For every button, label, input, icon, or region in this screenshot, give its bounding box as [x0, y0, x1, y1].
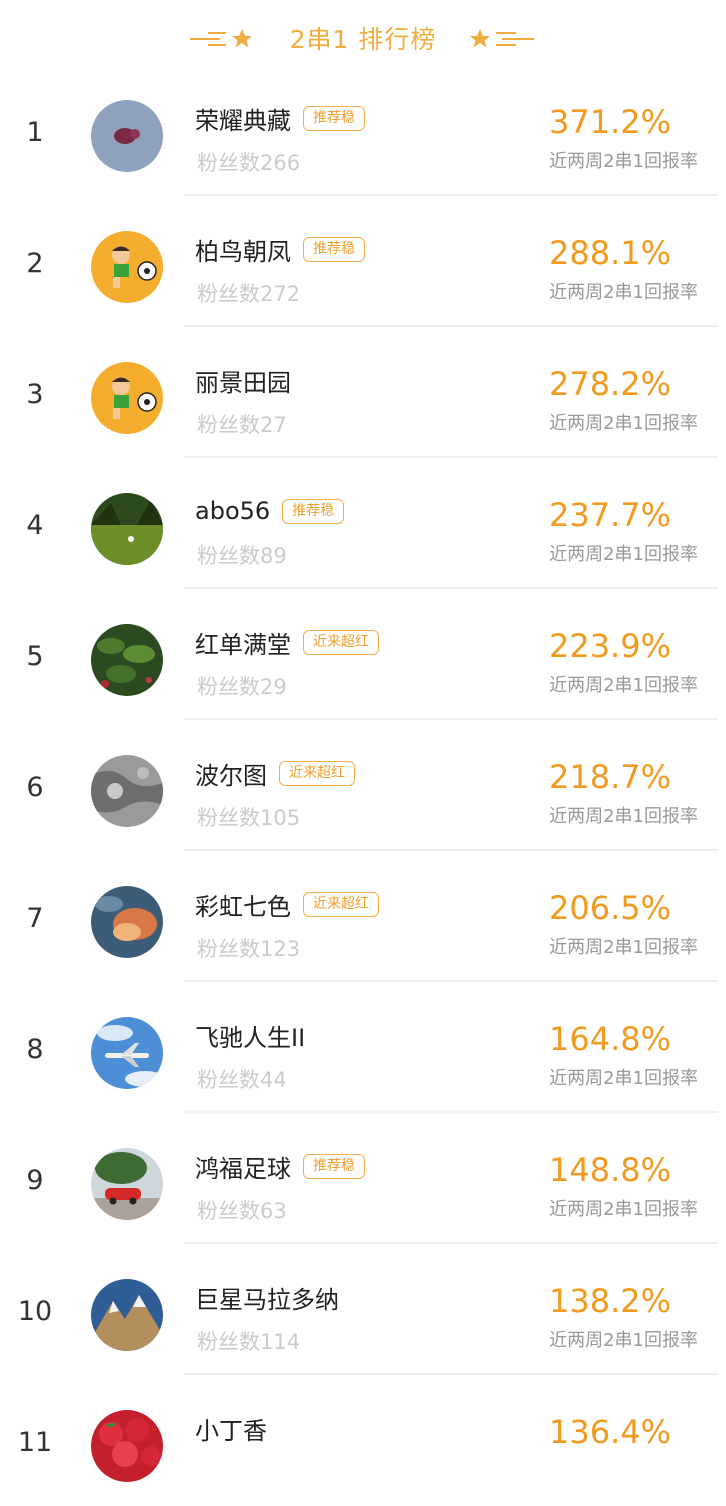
return-rate: 223.9%: [548, 627, 671, 665]
return-rate: 138.2%: [548, 1282, 671, 1320]
fans-count: 粉丝数44: [197, 1068, 287, 1092]
return-rate-label: 近两周2串1回报率: [549, 413, 698, 434]
user-name[interactable]: 鸿福足球: [195, 1149, 291, 1184]
user-name[interactable]: 丽景田园: [195, 363, 291, 398]
fans-count: 粉丝数266: [197, 151, 301, 175]
return-rate: 206.5%: [548, 889, 671, 927]
page-title: 2串1 排行榜: [289, 25, 437, 54]
airplane-avatar-icon[interactable]: [91, 1017, 163, 1089]
user-name[interactable]: abo56: [195, 497, 270, 525]
rank-number: 5: [26, 641, 44, 672]
user-name[interactable]: 波尔图: [195, 756, 267, 791]
return-rate: 136.4%: [548, 1413, 671, 1451]
return-rate: 218.7%: [548, 758, 671, 796]
list-item[interactable]: 11 小丁香 136.4%: [0, 1375, 726, 1506]
return-rate: 278.2%: [548, 365, 671, 403]
rank-number: 10: [17, 1296, 53, 1327]
status-badge: 推荐稳: [282, 498, 345, 524]
mountain-avatar-icon[interactable]: [91, 1279, 163, 1351]
soccer-boy-avatar-icon[interactable]: [91, 362, 163, 434]
rank-number: 8: [26, 1034, 44, 1065]
rank-number: 11: [17, 1427, 53, 1458]
soccer-boy-avatar-icon[interactable]: [91, 231, 163, 303]
return-rate-label: 近两周2串1回报率: [549, 937, 698, 958]
rank-number: 1: [26, 117, 44, 148]
field-avatar-icon[interactable]: [91, 493, 163, 565]
return-rate-label: 近两周2串1回报率: [549, 806, 698, 827]
rank-number: 7: [26, 903, 44, 934]
rank-number: 3: [26, 379, 44, 410]
list-item[interactable]: 8 飞驰人生II 粉丝数44 164.8% 近两周2串1回报率: [0, 982, 726, 1113]
list-item[interactable]: 1 荣耀典藏 推荐稳 粉丝数266 371.2% 近两周2串1回报率: [0, 65, 726, 196]
user-name[interactable]: 彩虹七色: [195, 887, 291, 922]
right-star-decoration-icon: [470, 29, 534, 48]
fans-count: 粉丝数63: [197, 1199, 287, 1223]
rank-number: 6: [26, 772, 44, 803]
list-item[interactable]: 9 鸿福足球 推荐稳 粉丝数63 148.8% 近两周2串1回报率: [0, 1113, 726, 1244]
user-name[interactable]: 柏鸟朝凤: [195, 232, 291, 267]
list-item[interactable]: 2 柏鸟朝凤 推荐稳 粉丝数272 288.1% 近两周2串1回报率: [0, 196, 726, 327]
return-rate-label: 近两周2串1回报率: [549, 1068, 698, 1089]
return-rate-label: 近两周2串1回报率: [549, 1330, 698, 1351]
fans-count: 粉丝数123: [197, 937, 301, 961]
return-rate-label: 近两周2串1回报率: [549, 282, 698, 303]
status-badge: 推荐稳: [303, 1153, 365, 1179]
list-item[interactable]: 6 波尔图 近来超红 粉丝数105 218.7% 近两周2串1回报率: [0, 720, 726, 851]
return-rate: 164.8%: [548, 1020, 671, 1058]
list-item[interactable]: 4 abo56 推荐稳 粉丝数89 237.7% 近两周2串1回报率: [0, 458, 726, 589]
rank-number: 2: [26, 248, 44, 279]
user-name[interactable]: 荣耀典藏: [195, 101, 291, 136]
status-badge: 近来超红: [303, 891, 379, 917]
status-badge: 推荐稳: [303, 236, 365, 262]
fans-count: 粉丝数105: [197, 806, 301, 830]
ranking-list: 1 荣耀典藏 推荐稳 粉丝数266 371.2% 近两周2串1回报率 2 柏鸟朝…: [0, 65, 726, 1506]
fans-count: 粉丝数27: [197, 413, 287, 437]
user-name[interactable]: 小丁香: [195, 1411, 267, 1446]
list-item[interactable]: 5 红单满堂 近来超红 粉丝数29 223.9% 近两周2串1回报率: [0, 589, 726, 720]
list-item[interactable]: 3 丽景田园 粉丝数27 278.2% 近两周2串1回报率: [0, 327, 726, 458]
return-rate: 148.8%: [548, 1151, 671, 1189]
return-rate-label: 近两周2串1回报率: [549, 675, 698, 696]
fans-count: 粉丝数272: [197, 282, 301, 306]
fans-count: 粉丝数114: [197, 1330, 301, 1354]
status-badge: 推荐稳: [303, 105, 365, 131]
user-name[interactable]: 红单满堂: [195, 625, 291, 660]
status-badge: 近来超红: [303, 629, 379, 655]
return-rate-label: 近两周2串1回报率: [549, 544, 698, 565]
return-rate-label: 近两周2串1回报率: [549, 151, 698, 172]
rank-number: 9: [26, 1165, 44, 1196]
plant-avatar-icon[interactable]: [91, 624, 163, 696]
list-item[interactable]: 7 彩虹七色 近来超红 粉丝数123 206.5% 近两周2串1回报率: [0, 851, 726, 982]
strawberry-avatar-icon[interactable]: [91, 1410, 163, 1482]
sunset-avatar-icon[interactable]: [91, 886, 163, 958]
list-item[interactable]: 10 巨星马拉多纳 粉丝数114 138.2% 近两周2串1回报率: [0, 1244, 726, 1375]
status-badge: 近来超红: [279, 760, 355, 786]
pig-balloon-avatar-icon[interactable]: [91, 100, 163, 172]
stone-avatar-icon[interactable]: [91, 755, 163, 827]
fans-count: 粉丝数89: [197, 544, 287, 568]
fans-count: 粉丝数29: [197, 675, 287, 699]
return-rate: 237.7%: [548, 496, 671, 534]
rank-number: 4: [26, 510, 44, 541]
return-rate: 371.2%: [548, 103, 671, 141]
return-rate: 288.1%: [548, 234, 671, 272]
return-rate-label: 近两周2串1回报率: [549, 1199, 698, 1220]
user-name[interactable]: 飞驰人生II: [195, 1018, 305, 1053]
red-car-avatar-icon[interactable]: [91, 1148, 163, 1220]
user-name[interactable]: 巨星马拉多纳: [195, 1280, 339, 1315]
